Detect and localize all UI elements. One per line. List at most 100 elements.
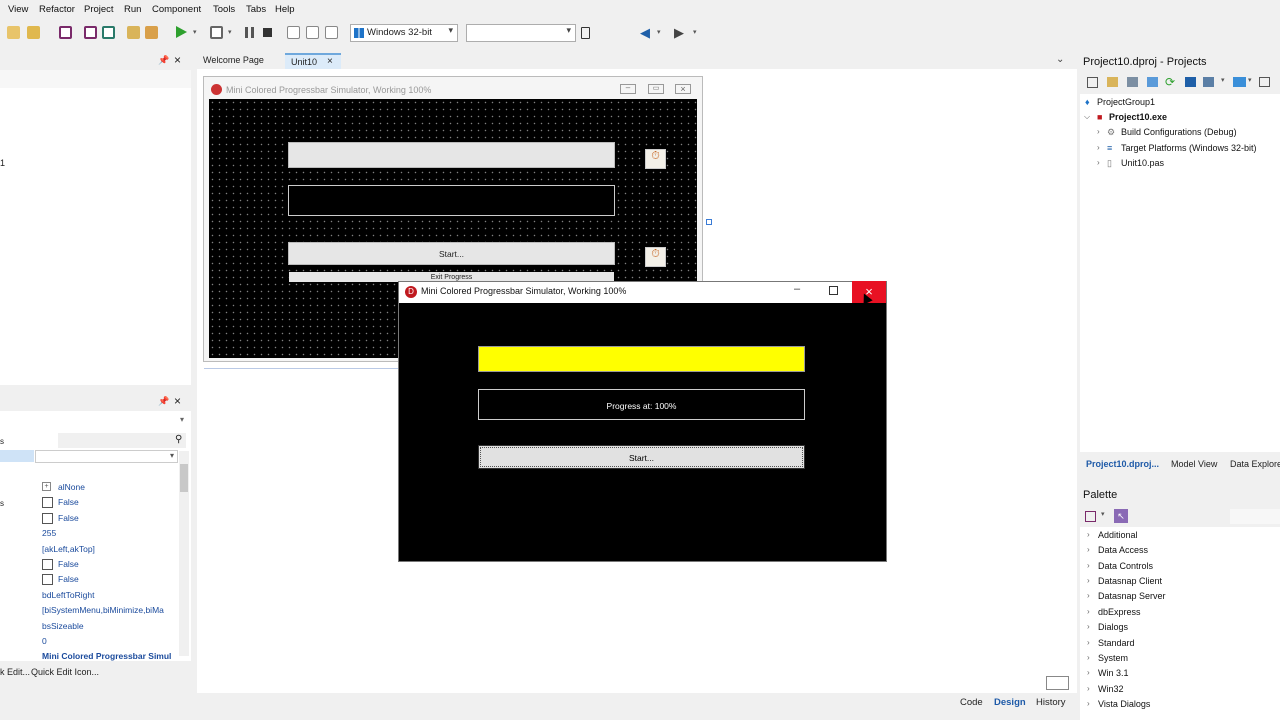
layout-icon[interactable] [1233,77,1246,87]
chevron-right-icon[interactable]: › [1097,158,1100,167]
menu-run[interactable]: Run [124,4,141,15]
close-project-icon[interactable] [145,26,158,39]
step-over-icon[interactable] [287,26,300,39]
prop-value[interactable]: [biSystemMenu,biMinimize,biMa [42,605,178,615]
save-icon[interactable] [59,26,72,39]
minimize-icon[interactable]: – [794,283,800,295]
maximize-icon[interactable] [829,286,838,295]
prop-value[interactable]: Mini Colored Progressbar Simul [42,651,178,661]
prop-value[interactable]: False [58,559,79,569]
chevron-down-icon[interactable]: ▾ [1248,76,1252,84]
inspector-scrollbar[interactable] [179,451,189,656]
timer-icon[interactable]: ⏱ [645,247,666,267]
chevron-down-icon[interactable]: ▾ [180,415,184,424]
run-icon[interactable] [176,26,187,38]
pointer-icon[interactable]: ↖ [1114,509,1128,523]
design-progress-panel[interactable] [288,142,615,168]
palette-item[interactable]: Standard [1098,638,1135,648]
expand-icon[interactable]: + [42,482,51,491]
trace-into-icon[interactable] [306,26,319,39]
palette-item[interactable]: Win 3.1 [1098,668,1129,678]
checkbox[interactable] [42,559,53,570]
chevron-down-icon[interactable]: ▾ [1101,510,1105,518]
close-icon[interactable]: × [174,394,181,408]
design-label-panel[interactable] [288,185,615,216]
forward-icon[interactable]: ▶ [674,26,684,39]
compile-icon[interactable] [1203,77,1214,87]
design-start-button[interactable]: Start... [288,242,615,265]
palette-item[interactable]: Datasnap Client [1098,576,1162,586]
maximize-icon[interactable]: ▭ [648,84,664,94]
chevron-down-icon[interactable]: ⌄ [1056,54,1064,65]
menu-tools[interactable]: Tools [213,4,235,15]
minimize-icon[interactable]: – [620,84,636,94]
quick-edit-link[interactable]: k Edit... [0,667,30,677]
tree-build-configurations[interactable]: Build Configurations (Debug) [1121,127,1237,137]
resize-handle[interactable] [706,219,712,225]
pin-icon[interactable]: 📌 [158,55,169,66]
device-icon[interactable] [581,27,590,39]
search-input[interactable] [58,433,186,448]
menu-tabs[interactable]: Tabs [246,4,266,15]
tab-project[interactable]: Project10.dproj... [1086,459,1159,469]
quick-edit-icon-link[interactable]: Quick Edit Icon... [31,667,99,677]
config-combo[interactable]: ▾ [466,24,576,42]
timer-icon[interactable]: ⏱ [645,149,666,169]
selected-row[interactable] [0,450,34,462]
checkbox[interactable] [42,574,53,585]
folder-icon[interactable] [1127,77,1138,87]
tree-target-platforms[interactable]: Target Platforms (Windows 32-bit) [1121,143,1257,153]
menu-project[interactable]: Project [84,4,114,15]
tab-data-explorer[interactable]: Data Explorer [1230,459,1280,469]
tree-unit10-pas[interactable]: Unit10.pas [1121,158,1164,168]
tree-project-group[interactable]: ProjectGroup1 [1097,97,1155,107]
pause-icon[interactable] [245,27,254,38]
platform-combo[interactable]: Windows 32-bit ▾ [350,24,458,42]
scrollbar-thumb[interactable] [180,464,188,492]
view-icon[interactable] [1259,77,1270,87]
build-icon[interactable] [1185,77,1196,87]
checkbox[interactable] [42,513,53,524]
menu-refactor[interactable]: Refactor [39,4,75,15]
prop-value[interactable]: bdLeftToRight [42,590,94,600]
search-icon[interactable]: ⚲ [175,434,182,445]
tab-unit10[interactable]: Unit10 × [285,53,341,69]
run-without-debug-dropdown-icon[interactable]: ▾ [228,28,232,36]
chevron-down-icon[interactable]: ⌵ [1084,112,1090,122]
checkbox[interactable] [42,497,53,508]
palette-item[interactable]: Additional [1098,530,1138,540]
open-icon[interactable] [27,26,40,39]
prop-value[interactable]: False [58,513,79,523]
back-dropdown-icon[interactable]: ▾ [657,28,661,36]
app-titlebar[interactable]: D Mini Colored Progressbar Simulator, Wo… [399,281,886,303]
forward-dropdown-icon[interactable]: ▾ [693,28,697,36]
new-icon[interactable] [7,26,20,39]
prop-value[interactable]: 255 [42,528,56,538]
close-icon[interactable]: × [675,84,691,94]
tab-model-view[interactable]: Model View [1171,459,1217,469]
prop-value[interactable]: [akLeft,akTop] [42,544,95,554]
prop-value[interactable]: 0 [42,636,47,646]
close-icon[interactable]: × [174,53,181,67]
tab-welcome-page[interactable]: Welcome Page [197,53,270,69]
run-dropdown-icon[interactable]: ▾ [193,28,197,36]
chevron-down-icon[interactable]: ▾ [1221,76,1225,84]
back-icon[interactable]: ◀ [640,26,650,39]
menu-help[interactable]: Help [275,4,295,15]
refresh-icon[interactable]: ⟳ [1165,75,1175,89]
options-icon[interactable] [1087,77,1098,88]
minimap-icon[interactable] [1046,676,1069,690]
component-icon[interactable] [1085,511,1096,522]
add-icon[interactable] [1107,77,1118,87]
palette-item[interactable]: System [1098,653,1128,663]
prop-value[interactable]: bsSizeable [42,621,84,631]
palette-item[interactable]: Datasnap Server [1098,591,1166,601]
save-all-icon[interactable] [84,26,97,39]
menu-component[interactable]: Component [152,4,201,15]
open-project-icon[interactable] [127,26,140,39]
prop-value[interactable]: alNone [58,482,85,492]
run-to-cursor-icon[interactable] [325,26,338,39]
folder-icon[interactable] [1147,77,1158,87]
palette-item[interactable]: Vista Dialogs [1098,699,1150,709]
palette-item[interactable]: dbExpress [1098,607,1141,617]
